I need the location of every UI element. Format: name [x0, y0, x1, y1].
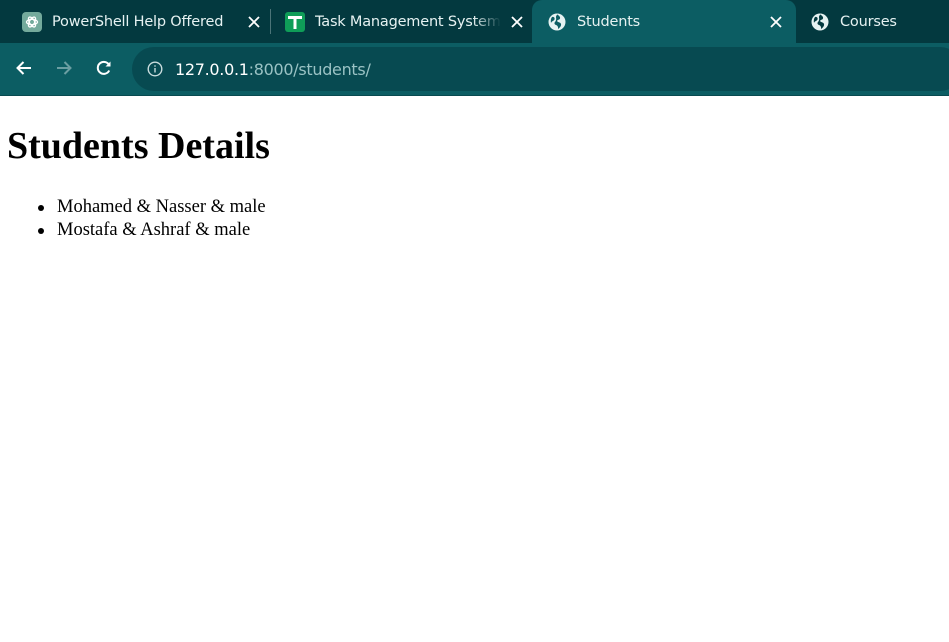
- url-text: 127.0.0.1:8000/students/: [175, 60, 371, 79]
- url-path: :8000/students/: [248, 59, 371, 79]
- sheets-icon: [285, 11, 305, 32]
- tab-powershell-help[interactable]: PowerShell Help Offered: [22, 0, 264, 43]
- browser-toolbar: 127.0.0.1:8000/students/: [0, 43, 949, 96]
- students-list: Mohamed & Nasser & male Mostafa & Ashraf…: [38, 197, 266, 243]
- openai-icon: [22, 11, 42, 32]
- reload-button[interactable]: [91, 55, 117, 81]
- list-item: Mohamed & Nasser & male: [38, 197, 266, 220]
- globe-icon: [810, 12, 830, 32]
- tab-title: Courses: [840, 13, 897, 30]
- url-host: 127.0.0.1: [175, 59, 249, 79]
- arrow-right-icon: [57, 61, 72, 75]
- list-item: Mostafa & Ashraf & male: [38, 220, 266, 243]
- reload-icon: [96, 60, 111, 75]
- page-content: Students Details Mohamed & Nasser & male…: [0, 96, 949, 642]
- tab-strip: PowerShell Help Offered Task Management …: [0, 0, 949, 43]
- site-info-icon[interactable]: [146, 60, 164, 78]
- tab-students-active[interactable]: Students: [532, 0, 796, 43]
- tab-title: PowerShell Help Offered: [52, 13, 224, 30]
- globe-icon: [547, 12, 567, 32]
- tab-title: Task Management System -: [315, 13, 501, 30]
- close-tab-icon[interactable]: [244, 12, 264, 32]
- forward-button[interactable]: [51, 55, 77, 81]
- close-tab-icon[interactable]: [507, 12, 527, 32]
- tab-separator: [270, 9, 271, 34]
- arrow-left-icon: [16, 61, 31, 75]
- tab-title: Students: [577, 13, 641, 30]
- tab-task-management[interactable]: Task Management System -: [285, 0, 527, 43]
- page-title: Students Details: [7, 125, 270, 167]
- close-tab-icon[interactable]: [766, 12, 786, 32]
- address-bar[interactable]: 127.0.0.1:8000/students/: [132, 47, 949, 91]
- tab-courses[interactable]: Courses: [810, 0, 949, 43]
- back-button[interactable]: [11, 55, 37, 81]
